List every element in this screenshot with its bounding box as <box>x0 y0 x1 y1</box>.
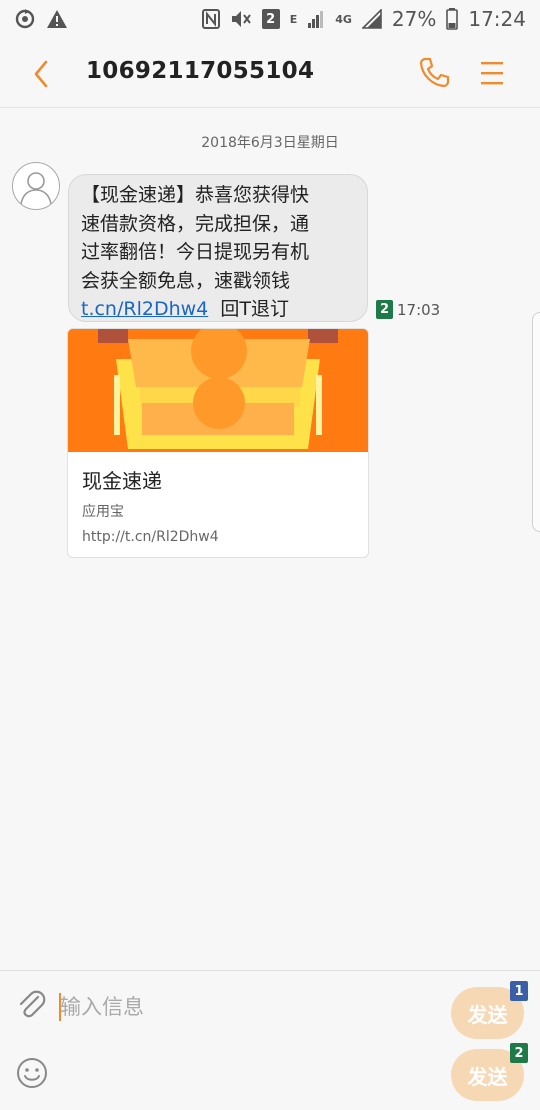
conversation-header: 10692117055104 <box>0 38 540 108</box>
chevron-left-icon <box>34 60 48 88</box>
sim1-badge: 1 <box>510 981 528 1001</box>
link-preview-card[interactable]: 现金速递 应用宝 http://t.cn/Rl2Dhw4 <box>67 328 369 558</box>
status-clock: 17:24 <box>468 7 526 31</box>
status-right: 2 E 4G 27% 17:24 <box>201 7 526 31</box>
contact-avatar[interactable] <box>12 162 60 210</box>
battery-percent: 27% <box>391 7 437 31</box>
message-line: 会获全额免息，速戳领钱 <box>81 269 291 292</box>
message-line: 【现金速递】恭喜您获得快 <box>81 184 310 206</box>
preview-url: http://t.cn/Rl2Dhw4 <box>82 529 219 545</box>
message-bubble[interactable]: 【现金速递】恭喜您获得快 速借款资格，完成担保，通 过率翻倍！今日提现另有机 会… <box>68 174 368 322</box>
status-bar: 2 E 4G 27% 17:24 <box>0 0 540 38</box>
message-line: 速借款资格，完成担保，通 <box>81 212 310 235</box>
message-meta: 2 17:03 <box>376 300 440 319</box>
battery-icon <box>446 8 459 30</box>
message-line: 过率翻倍！今日提现另有机 <box>81 241 310 263</box>
sync-icon <box>14 8 36 30</box>
status-left <box>14 8 68 30</box>
person-icon <box>20 172 52 205</box>
emoji-button[interactable] <box>16 1057 48 1089</box>
back-button[interactable] <box>28 58 56 90</box>
sim-indicator: 2 <box>261 9 280 29</box>
message-input[interactable] <box>60 989 420 1025</box>
warning-icon <box>46 9 68 29</box>
signal-strength-icon <box>361 9 382 29</box>
sim2-badge: 2 <box>510 1043 528 1063</box>
attach-button[interactable] <box>16 989 48 1021</box>
preview-title: 现金速递 <box>82 469 162 493</box>
message-composer: 发送 1 发送 2 <box>0 970 540 1110</box>
menu-button[interactable] <box>478 56 506 90</box>
nfc-icon <box>201 9 220 29</box>
paperclip-icon <box>19 990 46 1018</box>
smiley-icon <box>17 1058 47 1088</box>
network-type-label: 4G <box>335 12 352 26</box>
call-button[interactable] <box>418 56 450 90</box>
unsubscribe-text: 回T退订 <box>220 298 289 320</box>
preview-source: 应用宝 <box>82 504 124 520</box>
message-time: 17:03 <box>397 300 441 319</box>
hamburger-menu-icon <box>481 62 503 85</box>
money-illustration-icon <box>68 329 368 452</box>
signal-icon <box>307 9 325 29</box>
roaming-label: E <box>289 12 298 26</box>
message-sim-badge: 2 <box>376 300 393 319</box>
contact-number: 10692117055104 <box>86 58 315 84</box>
message-line-last: t.cn/Rl2Dhw4 回T退订 <box>81 295 353 324</box>
date-separator: 2018年6月3日星期日 <box>201 135 339 151</box>
edge-panel-handle[interactable] <box>532 312 540 532</box>
phone-icon <box>419 57 450 88</box>
mute-icon <box>230 9 252 29</box>
message-link[interactable]: t.cn/Rl2Dhw4 <box>81 298 208 320</box>
